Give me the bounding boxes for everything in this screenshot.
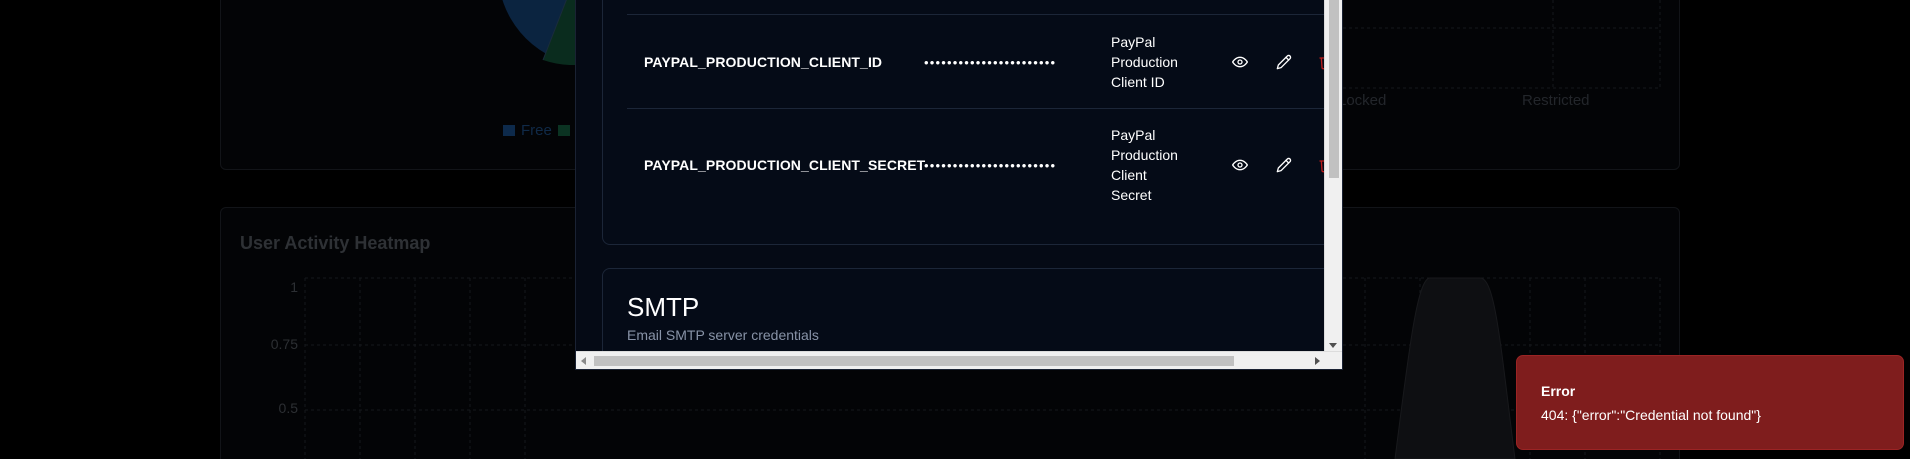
description-line: Client ID [1111,74,1165,90]
toast-message: 404: {"error":"Credential not found"} [1541,407,1761,423]
scroll-left-arrow-icon[interactable] [581,357,586,365]
modal-scroll-area[interactable]: PAYPAL_PRODUCTION_CLIENT_ID ••••••••••••… [576,0,1326,352]
pencil-icon[interactable] [1274,155,1294,175]
description-line: PayPal [1111,34,1156,50]
toast-title: Error [1541,383,1576,399]
smtp-section-title: SMTP [627,292,700,322]
pencil-icon[interactable] [1274,52,1294,72]
description-line: Production [1111,54,1178,70]
credential-key: PAYPAL_PRODUCTION_CLIENT_ID [644,54,883,70]
description-line: Client [1111,167,1147,183]
credential-row: PAYPAL_PRODUCTION_CLIENT_SECRET ••••••••… [627,108,1326,248]
smtp-section-subtitle: Email SMTP server credentials [627,327,819,343]
vertical-scrollbar[interactable] [1324,0,1342,352]
credential-masked-value: ••••••••••••••••••••••• [924,55,1057,70]
scroll-down-arrow-icon[interactable] [1329,343,1337,348]
horizontal-scrollbar[interactable] [576,351,1342,369]
credential-row: PAYPAL_PRODUCTION_CLIENT_ID ••••••••••••… [627,14,1326,108]
credential-description: PayPal Production Client Secret [1111,125,1178,205]
credential-masked-value: ••••••••••••••••••••••• [924,158,1057,173]
scroll-right-arrow-icon[interactable] [1315,357,1320,365]
horizontal-scrollbar-thumb[interactable] [594,356,1234,366]
error-toast[interactable]: Error 404: {"error":"Credential not foun… [1516,355,1904,450]
description-line: Production [1111,147,1178,163]
description-line: Secret [1111,187,1152,203]
paypal-section: PAYPAL_PRODUCTION_CLIENT_ID ••••••••••••… [602,0,1326,245]
smtp-section: SMTP Email SMTP server credentials [602,268,1326,352]
credential-description: PayPal Production Client ID [1111,32,1178,92]
eye-icon[interactable] [1230,155,1250,175]
credentials-modal: PAYPAL_PRODUCTION_CLIENT_ID ••••••••••••… [575,0,1343,370]
eye-icon[interactable] [1230,52,1250,72]
description-line: PayPal [1111,127,1156,143]
vertical-scrollbar-thumb[interactable] [1329,0,1339,178]
credential-key: PAYPAL_PRODUCTION_CLIENT_SECRET [644,157,926,173]
